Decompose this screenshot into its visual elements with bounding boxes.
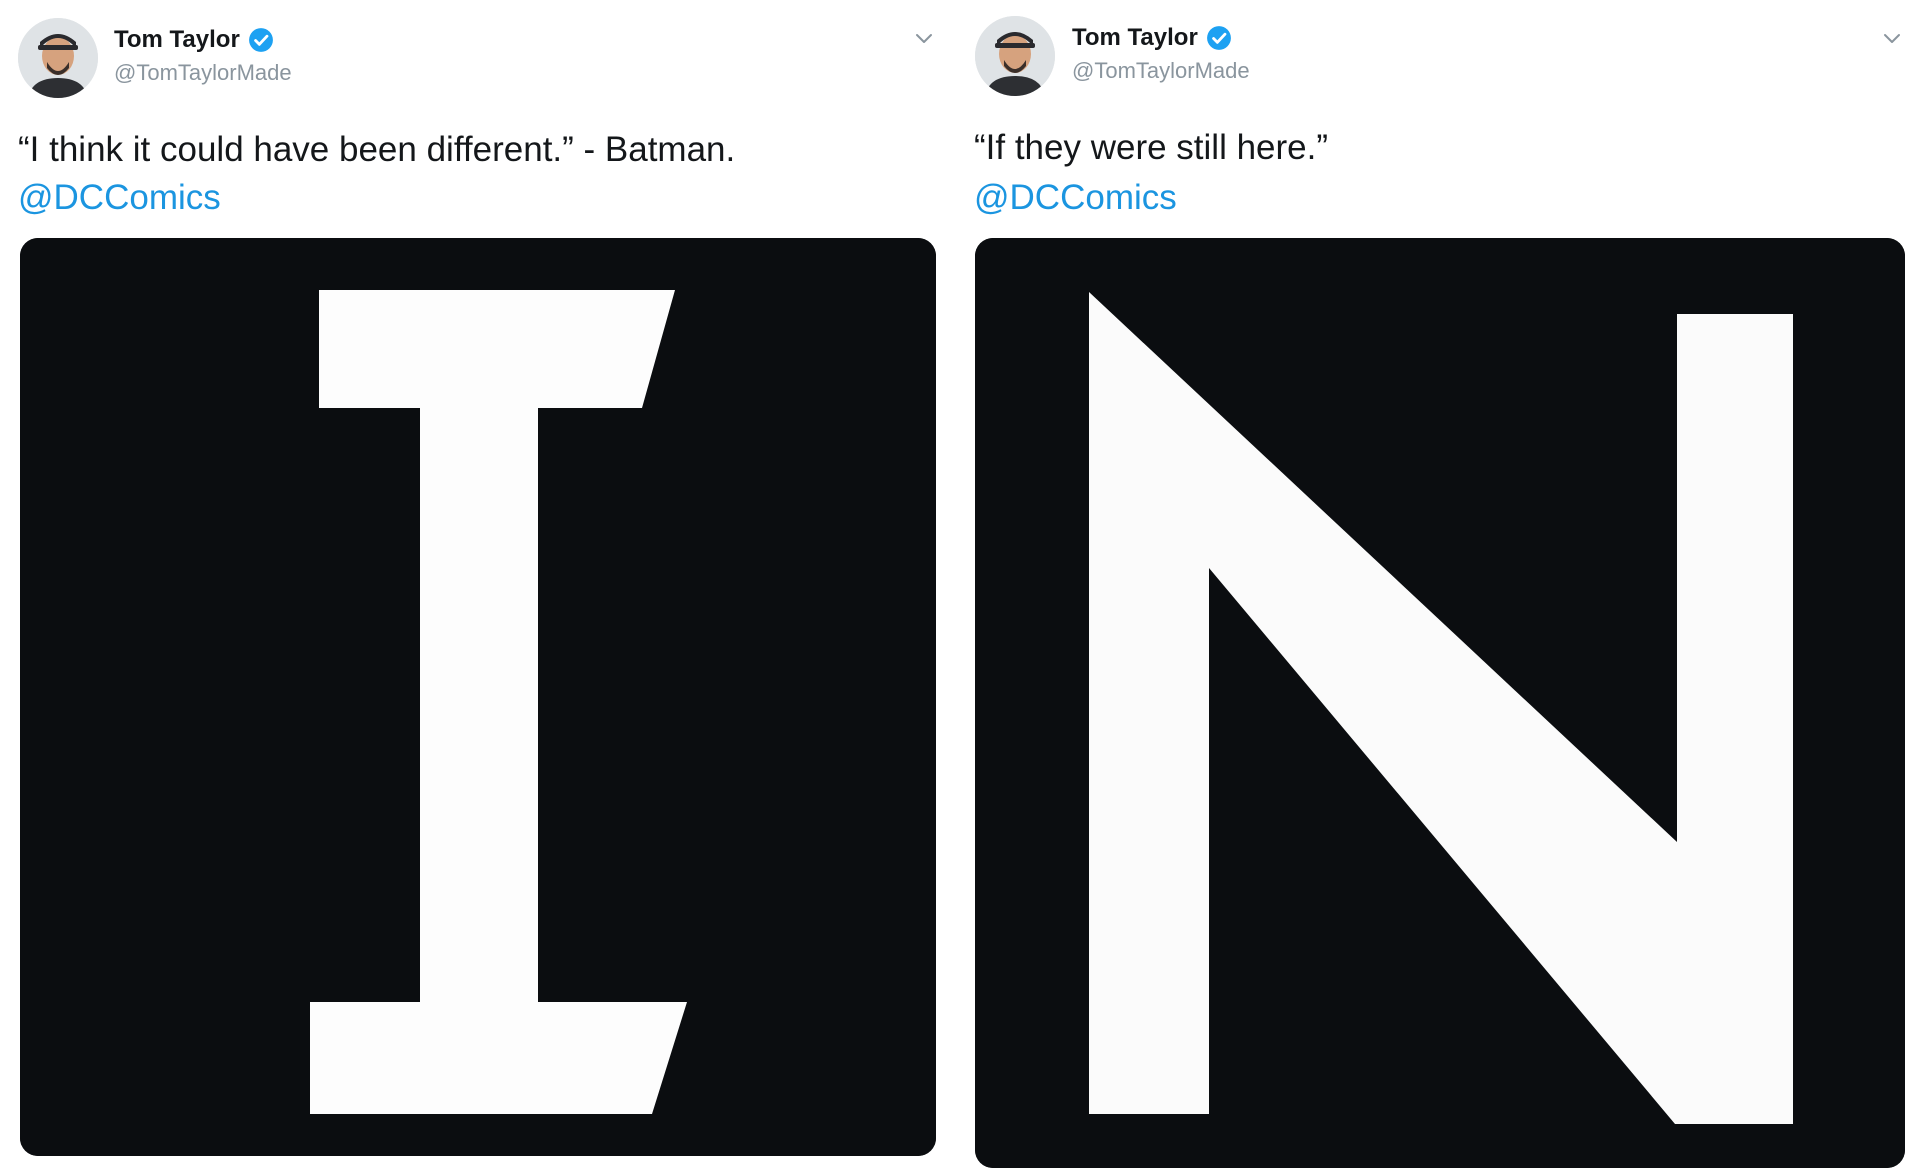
chevron-down-icon — [916, 34, 932, 43]
tweet-media-image[interactable] — [975, 238, 1905, 1168]
author-avatar[interactable] — [975, 16, 1055, 96]
tweet-options-caret[interactable] — [912, 26, 936, 50]
author-display-name[interactable]: Tom Taylor — [1072, 24, 1198, 52]
tweet-text: “I think it could have been different.” … — [18, 130, 736, 169]
verified-badge-icon — [248, 28, 273, 52]
letter-n-image-icon — [975, 238, 1905, 1168]
author-avatar[interactable] — [18, 18, 98, 98]
author-handle[interactable]: @TomTaylorMade — [1072, 58, 1250, 84]
letter-i-image-icon — [20, 238, 936, 1156]
author-display-name[interactable]: Tom Taylor — [114, 26, 240, 54]
tweet-card[interactable]: Tom Taylor @TomTaylorMade “I think it co… — [0, 0, 958, 1170]
verified-badge-icon — [1206, 26, 1231, 50]
chevron-down-icon — [1884, 34, 1900, 43]
avatar-photo-icon — [18, 18, 98, 98]
tweet-media-image[interactable] — [20, 238, 936, 1156]
avatar-photo-icon — [975, 16, 1055, 96]
mention-link[interactable]: @DCComics — [974, 174, 1177, 222]
tweet-text: “If they were still here.” — [974, 128, 1328, 167]
mention-link[interactable]: @DCComics — [18, 174, 221, 222]
tweet-card[interactable]: Tom Taylor @TomTaylorMade “If they were … — [958, 0, 1920, 1170]
author-handle[interactable]: @TomTaylorMade — [114, 60, 292, 86]
tweet-options-caret[interactable] — [1880, 26, 1904, 50]
